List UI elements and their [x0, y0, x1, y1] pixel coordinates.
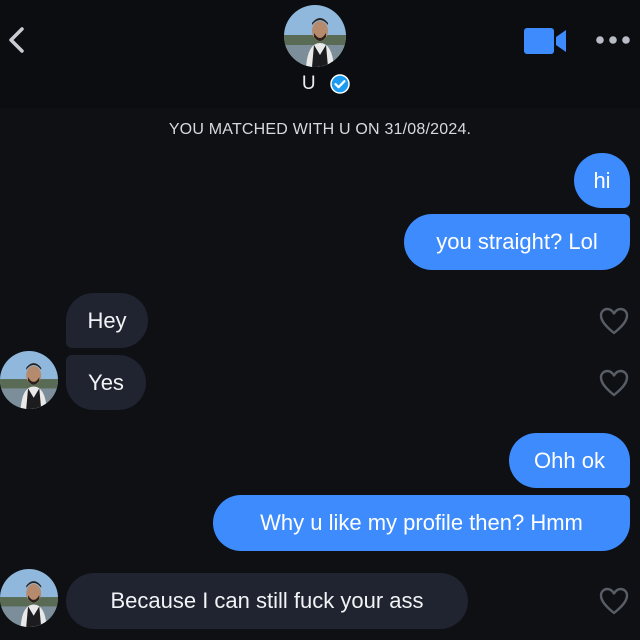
message-outgoing[interactable]: Ohh ok [509, 433, 630, 488]
match-name[interactable]: U [302, 73, 316, 95]
match-notice: YOU MATCHED WITH U ON 31/08/2024. [168, 121, 472, 138]
heart-outline-icon [599, 369, 629, 397]
verified-badge-icon [330, 74, 350, 94]
match-avatar[interactable] [0, 351, 58, 409]
message-outgoing[interactable]: Why u like my profile then? Hmm [213, 495, 630, 551]
match-avatar[interactable] [0, 569, 58, 627]
header-name-row: U [0, 70, 640, 98]
back-chevron-icon [9, 27, 24, 53]
video-call-button[interactable] [523, 27, 567, 55]
back-button[interactable] [4, 20, 30, 60]
message-incoming[interactable]: Hey [66, 293, 148, 348]
message-text: Why u like my profile then? Hmm [260, 510, 583, 535]
message-text: Hey [87, 307, 127, 333]
like-message-button[interactable] [598, 368, 630, 398]
message-text: hi [593, 167, 611, 193]
chat-header: U [0, 0, 640, 108]
message-text: Yes [88, 369, 124, 395]
like-message-button[interactable] [598, 306, 630, 336]
avatar-photo [0, 351, 58, 409]
more-options-button[interactable] [594, 32, 632, 48]
avatar-photo [0, 569, 58, 627]
message-outgoing[interactable]: hi [574, 153, 630, 208]
message-incoming[interactable]: Because I can still fuck your ass [66, 573, 468, 629]
heart-outline-icon [599, 587, 629, 615]
more-options-icon [596, 36, 630, 44]
message-outgoing[interactable]: you straight? Lol [404, 214, 630, 270]
like-message-button[interactable] [598, 586, 630, 616]
video-call-icon [524, 28, 566, 54]
message-text: Ohh ok [534, 447, 605, 473]
avatar-photo [284, 5, 346, 67]
message-incoming[interactable]: Yes [66, 355, 146, 410]
profile-avatar[interactable] [284, 5, 346, 67]
heart-outline-icon [599, 307, 629, 335]
message-text: you straight? Lol [436, 229, 598, 254]
message-text: Because I can still fuck your ass [110, 588, 424, 613]
